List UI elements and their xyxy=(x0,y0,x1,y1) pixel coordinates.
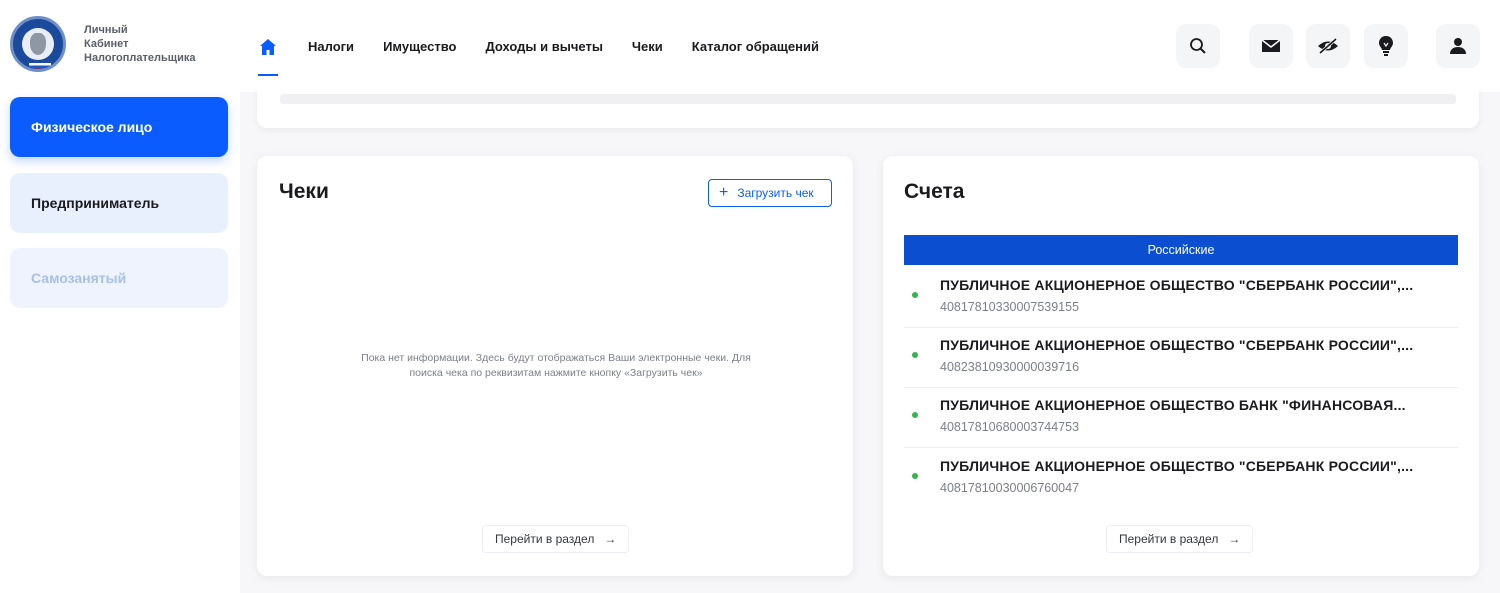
accounts-goto-button[interactable]: Перейти в раздел → xyxy=(1106,525,1254,553)
sidebar: Личный Кабинет Налогоплательщика Физичес… xyxy=(0,0,240,593)
nav-income-deductions[interactable]: Доходы и вычеты xyxy=(485,30,602,64)
search-icon xyxy=(1190,38,1206,54)
receipts-card: Чеки + Загрузить чек Пока нет информации… xyxy=(257,156,853,576)
profile-button[interactable] xyxy=(1436,24,1480,68)
status-dot-icon xyxy=(912,412,918,418)
brand-logo[interactable]: Личный Кабинет Налогоплательщика xyxy=(10,16,195,72)
search-button[interactable] xyxy=(1176,24,1220,68)
fns-emblem-icon xyxy=(10,16,66,72)
brand-text: Личный Кабинет Налогоплательщика xyxy=(84,23,195,65)
account-row[interactable]: ПУБЛИЧНОЕ АКЦИОНЕРНОЕ ОБЩЕСТВО "СБЕРБАНК… xyxy=(904,449,1458,509)
receipts-title: Чеки xyxy=(279,180,329,203)
nav-taxes[interactable]: Налоги xyxy=(308,30,354,64)
account-bank-name: ПУБЛИЧНОЕ АКЦИОНЕРНОЕ ОБЩЕСТВО "СБЕРБАНК… xyxy=(940,337,1414,353)
nav-requests-catalog[interactable]: Каталог обращений xyxy=(692,30,819,64)
upload-receipt-label: Загрузить чек xyxy=(737,186,814,200)
account-row[interactable]: ПУБЛИЧНОЕ АКЦИОНЕРНОЕ ОБЩЕСТВО БАНК "ФИН… xyxy=(904,388,1458,448)
empty-message-line-1: Пока нет информации. Здесь будут отображ… xyxy=(361,352,751,364)
arrow-right-icon: → xyxy=(1228,532,1241,546)
account-number: 40823810930000039716 xyxy=(940,360,1080,374)
arrow-right-icon: → xyxy=(604,532,617,546)
messages-button[interactable] xyxy=(1249,24,1293,68)
eye-off-icon xyxy=(1318,37,1338,55)
status-dot-icon xyxy=(912,473,918,479)
brand-line-2: Кабинет xyxy=(84,38,129,50)
empty-message-line-2: поиска чека по реквизитам нажмите кнопку… xyxy=(409,367,703,379)
accounts-card: Счета Российские ПУБЛИЧНОЕ АКЦИОНЕРНОЕ О… xyxy=(883,156,1479,576)
goto-label: Перейти в раздел xyxy=(495,532,595,546)
nav-property[interactable]: Имущество xyxy=(383,30,456,64)
account-number: 40817810030006760047 xyxy=(940,481,1080,495)
sidebar-item-entrepreneur[interactable]: Предприниматель xyxy=(10,173,228,233)
account-bank-name: ПУБЛИЧНОЕ АКЦИОНЕРНОЕ ОБЩЕСТВО "СБЕРБАНК… xyxy=(940,277,1414,293)
main-nav: Налоги Имущество Доходы и вычеты Чеки Ка… xyxy=(258,30,848,76)
accounts-title: Счета xyxy=(904,180,965,203)
user-icon xyxy=(1450,38,1466,54)
hide-values-button[interactable] xyxy=(1306,24,1350,68)
goto-label: Перейти в раздел xyxy=(1119,532,1219,546)
receipts-empty-message: Пока нет информации. Здесь будут отображ… xyxy=(317,351,795,381)
summary-card-row xyxy=(280,94,1456,104)
account-number: 40817810330007539155 xyxy=(940,300,1080,314)
account-row[interactable]: ПУБЛИЧНОЕ АКЦИОНЕРНОЕ ОБЩЕСТВО "СБЕРБАНК… xyxy=(904,328,1458,388)
account-bank-name: ПУБЛИЧНОЕ АКЦИОНЕРНОЕ ОБЩЕСТВО БАНК "ФИН… xyxy=(940,397,1406,413)
tips-button[interactable] xyxy=(1364,24,1408,68)
upload-receipt-button[interactable]: + Загрузить чек xyxy=(708,179,832,207)
brand-line-1: Личный xyxy=(84,24,128,36)
active-tab-indicator xyxy=(258,74,278,76)
status-dot-icon xyxy=(912,352,918,358)
sidebar-item-self-employed[interactable]: Самозанятый xyxy=(10,248,228,308)
sidebar-item-label: Физическое лицо xyxy=(31,119,153,135)
lightbulb-icon xyxy=(1379,36,1393,56)
brand-line-3: Налогоплательщика xyxy=(84,52,196,64)
receipts-goto-button[interactable]: Перейти в раздел → xyxy=(482,525,630,553)
sidebar-item-label: Предприниматель xyxy=(31,195,160,211)
sidebar-item-label: Самозанятый xyxy=(31,270,127,286)
status-dot-icon xyxy=(912,292,918,298)
nav-home[interactable] xyxy=(258,30,278,76)
account-bank-name: ПУБЛИЧНОЕ АКЦИОНЕРНОЕ ОБЩЕСТВО "СБЕРБАНК… xyxy=(940,458,1414,474)
tab-russian[interactable]: Российские xyxy=(904,235,1458,265)
nav-receipts[interactable]: Чеки xyxy=(632,30,663,64)
sidebar-item-individual[interactable]: Физическое лицо xyxy=(10,97,228,157)
home-icon xyxy=(260,39,276,55)
account-number: 40817810680003744753 xyxy=(940,420,1080,434)
plus-icon: + xyxy=(719,184,729,201)
mail-icon xyxy=(1261,39,1281,52)
account-row[interactable]: ПУБЛИЧНОЕ АКЦИОНЕРНОЕ ОБЩЕСТВО "СБЕРБАНК… xyxy=(904,268,1458,328)
